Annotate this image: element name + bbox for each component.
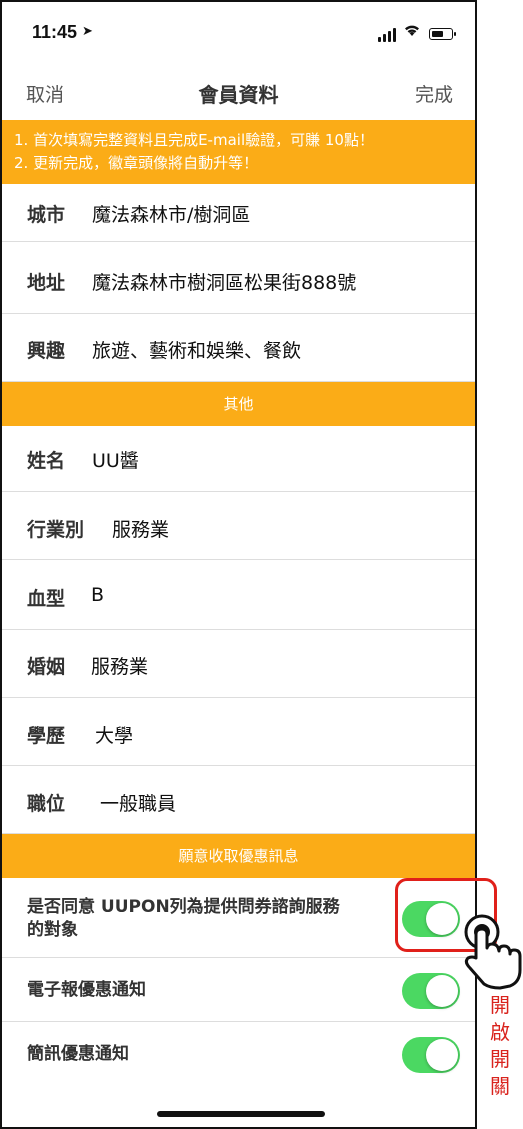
annotation-char-4: 關 (490, 1074, 510, 1098)
newsletter-row: 電子報優惠通知 (2, 958, 475, 1022)
notice-line-2: 2. 更新完成，徽章頭像將自動升等！ (14, 154, 259, 172)
phone-screen: 11:45 ➤ 取消 會員資料 完成 1. 首次填寫完整資料且完成E-mail驗… (0, 0, 477, 1129)
survey-consent-label-line1: 是否同意 UUPON列為提供問券諮詢服務 (27, 897, 340, 917)
address-label: 地址 (27, 272, 66, 294)
location-arrow-icon: ➤ (82, 24, 93, 39)
city-label: 城市 (27, 204, 66, 226)
address-value: 魔法森林市樹洞區松果街888號 (92, 272, 357, 294)
blood-type-label: 血型 (27, 588, 66, 610)
education-value: 大學 (95, 725, 134, 747)
home-indicator (157, 1111, 325, 1117)
wifi-icon (403, 22, 421, 42)
industry-value: 服務業 (112, 519, 170, 541)
reward-notice-banner: 1. 首次填寫完整資料且完成E-mail驗證，可賺 10點！ 2. 更新完成，徽… (2, 120, 475, 184)
industry-label: 行業別 (27, 519, 85, 541)
signal-icon (378, 28, 396, 42)
position-row[interactable]: 職位 一般職員 (2, 766, 475, 834)
done-button[interactable]: 完成 (415, 80, 453, 107)
section-header-promo: 願意收取優惠訊息 (2, 834, 475, 878)
name-value: UU醬 (92, 450, 139, 472)
newsletter-toggle[interactable] (402, 973, 460, 1009)
name-row[interactable]: 姓名 UU醬 (2, 426, 475, 492)
annotation-char-1: 開 (490, 993, 510, 1017)
education-label: 學歷 (27, 725, 66, 747)
status-bar: 11:45 ➤ (2, 2, 475, 64)
marriage-value: 服務業 (91, 656, 149, 678)
blood-type-row[interactable]: 血型 B (2, 560, 475, 630)
marriage-label: 婚姻 (27, 656, 66, 678)
industry-row[interactable]: 行業別 服務業 (2, 492, 475, 560)
marriage-row[interactable]: 婚姻 服務業 (2, 630, 475, 698)
education-row[interactable]: 學歷 大學 (2, 698, 475, 766)
blood-type-value: B (91, 584, 105, 606)
newsletter-label: 電子報優惠通知 (27, 980, 146, 1000)
position-label: 職位 (27, 793, 66, 815)
city-row[interactable]: 城市 魔法森林市/樹洞區 (2, 184, 475, 242)
interest-label: 興趣 (27, 340, 66, 362)
page-title: 會員資料 (198, 83, 279, 107)
position-value: 一般職員 (100, 793, 177, 815)
interest-value: 旅遊、藝術和娛樂、餐飲 (92, 340, 302, 362)
sms-label: 簡訊優惠通知 (27, 1044, 129, 1064)
annotation-char-3: 開 (490, 1047, 510, 1071)
nav-bar: 取消 會員資料 完成 (2, 64, 475, 118)
annotation-char-2: 啟 (490, 1020, 510, 1044)
address-row[interactable]: 地址 魔法森林市樹洞區松果街888號 (2, 242, 475, 314)
interest-row[interactable]: 興趣 旅遊、藝術和娛樂、餐飲 (2, 314, 475, 382)
pointing-hand-icon (456, 900, 523, 990)
battery-icon (429, 28, 456, 40)
notice-line-1: 1. 首次填寫完整資料且完成E-mail驗證，可賺 10點！ (14, 131, 374, 149)
open-switch-annotation: 開 啟 開 關 (488, 992, 512, 1100)
survey-consent-label-line2: 的對象 (27, 920, 78, 940)
name-label: 姓名 (27, 450, 66, 472)
sms-toggle[interactable] (402, 1037, 460, 1073)
city-value: 魔法森林市/樹洞區 (92, 204, 251, 226)
sms-row: 簡訊優惠通知 (2, 1022, 475, 1086)
status-time: 11:45 (32, 22, 78, 42)
section-header-other: 其他 (2, 382, 475, 426)
